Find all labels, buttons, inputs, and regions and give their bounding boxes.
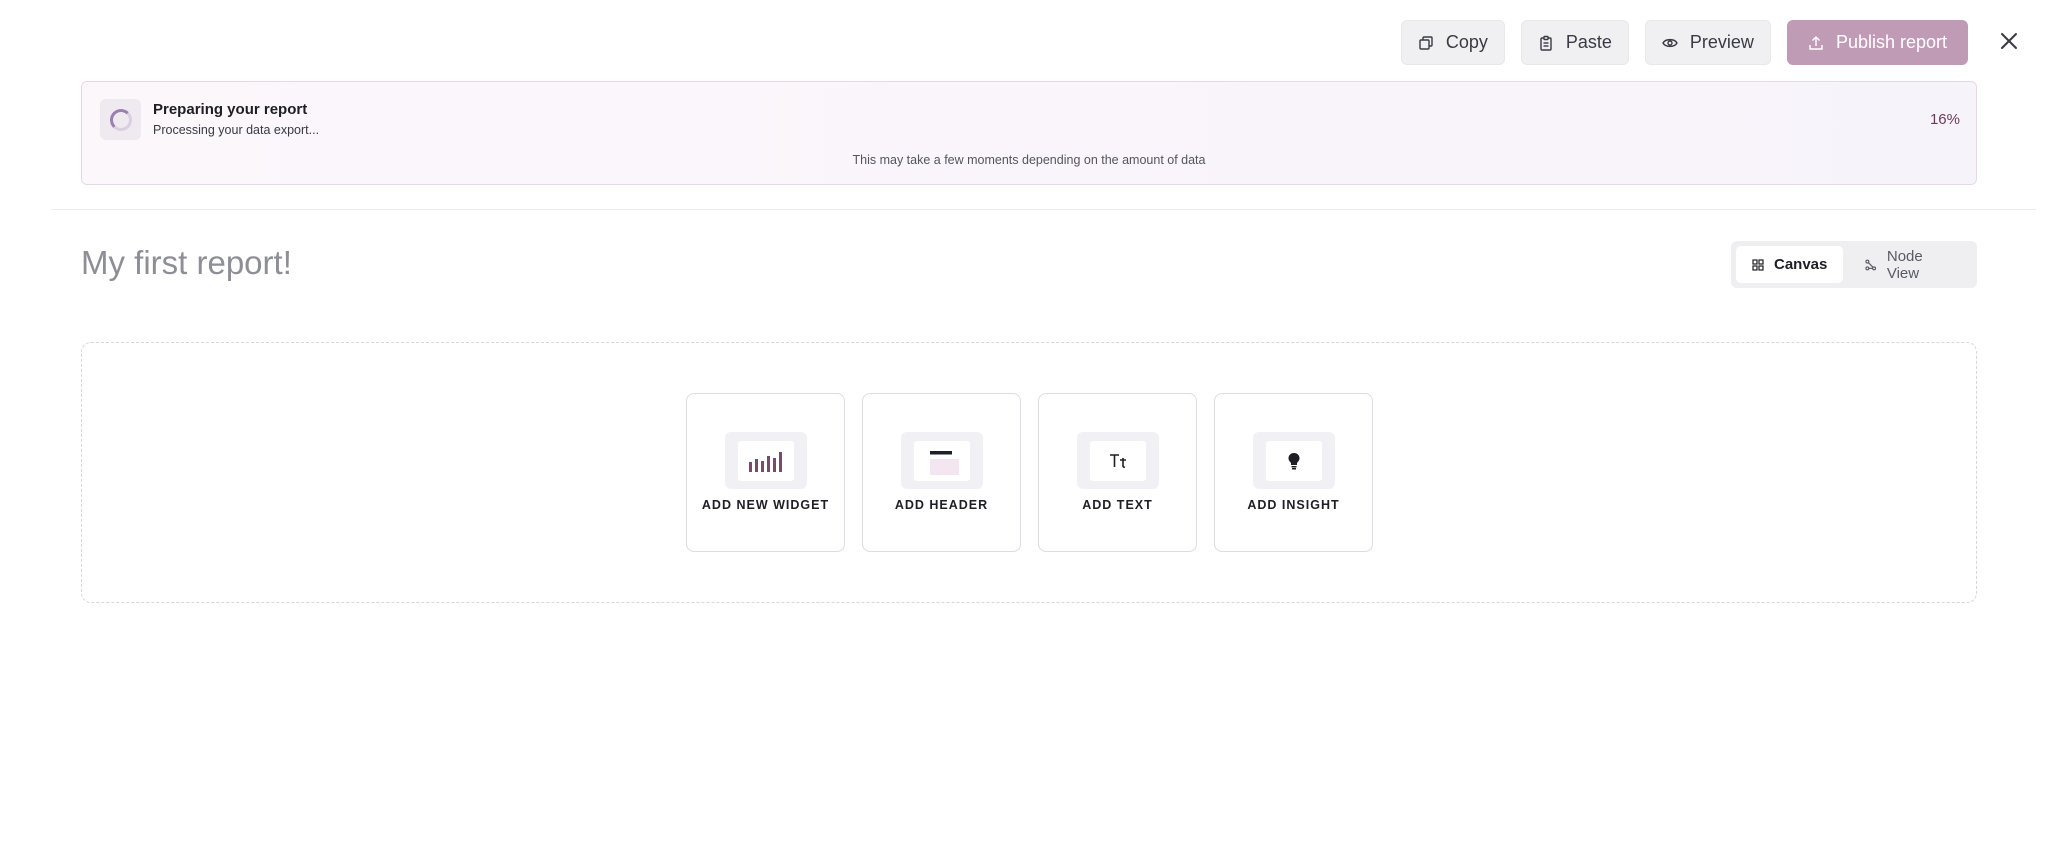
upload-icon xyxy=(1809,35,1823,50)
eye-icon xyxy=(1662,38,1678,47)
publish-report-button-label: Publish report xyxy=(1835,32,1947,52)
add-header-label: ADD HEADER xyxy=(894,498,989,512)
node-view-button[interactable]: Node View xyxy=(1849,246,1972,283)
progress-percent: 16% xyxy=(1929,111,1960,128)
add-new-widget-card[interactable]: ADD NEW WIDGET xyxy=(686,393,845,552)
lightbulb-icon xyxy=(1253,432,1335,489)
add-header-card[interactable]: ADD HEADER xyxy=(862,393,1021,552)
grid-icon xyxy=(1752,258,1764,271)
preview-button-label: Preview xyxy=(1689,32,1754,52)
preview-button[interactable]: Preview xyxy=(1644,20,1771,65)
clipboard-icon xyxy=(1540,35,1552,51)
header-icon xyxy=(901,432,983,489)
add-new-widget-label: ADD NEW WIDGET xyxy=(701,498,830,512)
loading-spinner-icon xyxy=(109,108,132,131)
text-icon xyxy=(1077,432,1159,489)
loading-spinner-container xyxy=(100,99,141,140)
close-icon[interactable] xyxy=(1998,30,2020,52)
add-content-cards: ADD NEW WIDGET ADD HEADER ADD TEXT ADD I… xyxy=(686,393,1373,552)
canvas-view-button[interactable]: Canvas xyxy=(1736,246,1844,283)
report-title[interactable]: My first report! xyxy=(81,244,292,282)
progress-banner: Preparing your report Processing your da… xyxy=(81,81,1977,185)
progress-note: This may take a few moments depending on… xyxy=(852,153,1206,167)
paste-button[interactable]: Paste xyxy=(1520,20,1629,65)
bar-chart-icon xyxy=(725,432,807,489)
progress-title: Preparing your report xyxy=(153,101,308,118)
canvas-view-label: Canvas xyxy=(1774,256,1828,273)
copy-button-label: Copy xyxy=(1445,32,1488,52)
view-toggle: Canvas Node View xyxy=(1731,241,1977,288)
section-divider xyxy=(51,209,2036,210)
add-insight-label: ADD INSIGHT xyxy=(1247,498,1340,512)
copy-icon xyxy=(1419,35,1433,50)
add-insight-card[interactable]: ADD INSIGHT xyxy=(1214,393,1373,552)
copy-button[interactable]: Copy xyxy=(1400,20,1505,65)
toolbar: Copy Paste Preview Publish report xyxy=(1400,20,1968,65)
add-text-card[interactable]: ADD TEXT xyxy=(1038,393,1197,552)
publish-report-button[interactable]: Publish report xyxy=(1786,20,1968,65)
progress-subtitle: Processing your data export... xyxy=(153,123,320,137)
paste-button-label: Paste xyxy=(1565,32,1612,52)
add-text-label: ADD TEXT xyxy=(1082,498,1153,512)
node-view-label: Node View xyxy=(1886,247,1923,282)
node-graph-icon xyxy=(1865,259,1877,270)
